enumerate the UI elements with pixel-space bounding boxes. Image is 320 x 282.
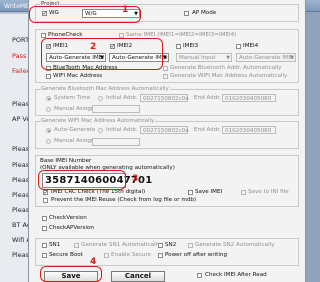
bt-auto-group-title: Generate Bluetooth Mac Address Automatic… — [40, 86, 170, 92]
chevron-down-icon: ▼ — [163, 55, 167, 61]
check-ap-version-checkbox[interactable] — [42, 226, 47, 231]
prevent-reuse-checkbox[interactable] — [43, 198, 48, 203]
chevron-down-icon: ▼ — [290, 55, 294, 61]
wifi-mac-checkbox[interactable] — [46, 74, 51, 79]
system-time-radio[interactable] — [46, 96, 51, 101]
enable-secure-label: Enable Secure — [111, 252, 152, 258]
wifi-mac-label: WIFI Mac Address — [53, 73, 103, 79]
bt-auto-group: Generate Bluetooth Mac Address Automatic… — [35, 86, 299, 116]
wifi-end-addr-field[interactable]: 0102030405060 — [222, 126, 276, 134]
wifi-manual-field[interactable] — [92, 138, 140, 146]
wifi-auto-group-title: Generate WIFI Mac Address Automatically — [40, 118, 156, 124]
wifi-initial-addr-radio[interactable] — [98, 128, 103, 133]
bt-initial-addr-label: Initial Addr. — [106, 95, 138, 101]
secure-boot-label: Secure Boot — [49, 252, 83, 258]
imei3-mode-select[interactable]: Manual Input ▼ — [176, 53, 232, 62]
sn2-label: SN2 — [165, 242, 177, 248]
save-imei-label: Save IMEI — [195, 189, 223, 195]
left-label-port: PORT — [12, 36, 30, 44]
base-imei-title: Base IMEI Number — [40, 158, 92, 164]
gen-sn2-checkbox[interactable] — [188, 243, 193, 248]
gen-sn2-label: Generate SN2 Automatically — [195, 242, 275, 248]
annotation-box-2 — [41, 38, 163, 70]
bt-manual-assign-label: Manual Assign — [54, 106, 95, 112]
gen-bt-checkbox[interactable] — [163, 66, 168, 71]
wifi-initial-addr-field[interactable]: 0027150802c0a — [140, 126, 189, 134]
power-off-label: Power off after writing — [165, 252, 228, 258]
check-imei-after-read-label: Check IMEI After Read — [205, 272, 267, 278]
wifi-auto-generate-label: Auto-Generate — [54, 127, 96, 133]
annotation-box-4 — [40, 266, 102, 282]
imei4-mode-select[interactable]: Auto-Generate IMEI ▼ — [236, 53, 296, 62]
bt-manual-field[interactable] — [92, 105, 140, 113]
gen-sn1-label: Generate SN1 Automatically — [81, 242, 161, 248]
secure-boot-checkbox[interactable] — [42, 253, 47, 258]
wifi-manual-assign-label: Manual Assign — [54, 138, 95, 144]
annotation-number-2: 2 — [90, 42, 97, 52]
imei3-label: IMEI3 — [183, 43, 199, 49]
annotation-box-3 — [38, 170, 126, 190]
wifi-auto-generate-radio[interactable] — [46, 128, 51, 133]
save-to-ini-checkbox[interactable] — [241, 190, 246, 195]
gen-bt-label: Generate Bluetooth Addr. Automatically — [170, 65, 282, 71]
gen-wifi-label: Generate WIFI Mac Address Automatically — [170, 73, 288, 79]
imei3-checkbox[interactable] — [176, 44, 181, 49]
left-label-pass: Pass — [12, 52, 27, 60]
enable-secure-checkbox[interactable] — [104, 253, 109, 258]
bt-end-addr-field[interactable]: 0102030405060 — [222, 94, 276, 102]
wifi-manual-assign-radio[interactable] — [46, 139, 51, 144]
imei4-checkbox[interactable] — [236, 44, 241, 49]
bt-manual-assign-radio[interactable] — [46, 107, 51, 112]
check-ap-version-label: CheckAPVersion — [49, 225, 94, 231]
save-to-ini-label: Save to INI file — [248, 189, 289, 195]
gen-wifi-checkbox[interactable] — [163, 74, 168, 79]
prevent-reuse-label: Prevent the IMEI Reuse (Check from log f… — [51, 197, 197, 203]
sn1-label: SN1 — [49, 242, 61, 248]
check-version-checkbox[interactable] — [42, 216, 47, 221]
sn1-checkbox[interactable] — [42, 243, 47, 248]
ap-mode-label: AP Mode — [192, 10, 217, 16]
chevron-down-icon: ▼ — [226, 55, 230, 61]
gen-sn1-checkbox[interactable] — [74, 243, 79, 248]
annotation-number-1: 1 — [122, 5, 129, 15]
window-title: WriteMEI — [4, 3, 31, 10]
left-label-please: Pleas — [12, 100, 30, 108]
right-panel — [306, 12, 320, 282]
power-off-checkbox[interactable] — [158, 253, 163, 258]
imei4-label: IMEI4 — [243, 43, 259, 49]
bt-initial-addr-radio[interactable] — [98, 96, 103, 101]
sn-group: SN1 Generate SN1 Automatically SN2 Gener… — [35, 238, 299, 266]
annotation-number-4: 4 — [90, 257, 97, 267]
ap-mode-checkbox[interactable] — [184, 11, 189, 16]
annotation-number-3: 3 — [132, 174, 139, 184]
imei-crc-checkbox[interactable] — [43, 189, 49, 196]
bt-initial-addr-field[interactable]: 0027150802c0a — [140, 94, 189, 102]
system-time-label: System Time — [54, 95, 91, 101]
check-imei-after-read-checkbox[interactable] — [197, 273, 202, 278]
wifi-initial-addr-label: Initial Addr. — [106, 127, 138, 133]
imei3-mode-value: Manual Input — [179, 55, 216, 61]
wifi-end-addr-label: End Addr. — [194, 127, 221, 133]
imei4-mode-value: Auto-Generate IMEI — [239, 55, 294, 61]
bt-end-addr-label: End Addr. — [194, 95, 221, 101]
check-version-label: CheckVersion — [49, 215, 87, 221]
sn2-checkbox[interactable] — [158, 243, 163, 248]
cancel-button[interactable]: Cancel — [111, 271, 165, 282]
wifi-auto-group: Generate WIFI Mac Address Automatically … — [35, 118, 299, 149]
save-imei-checkbox[interactable] — [188, 190, 193, 195]
